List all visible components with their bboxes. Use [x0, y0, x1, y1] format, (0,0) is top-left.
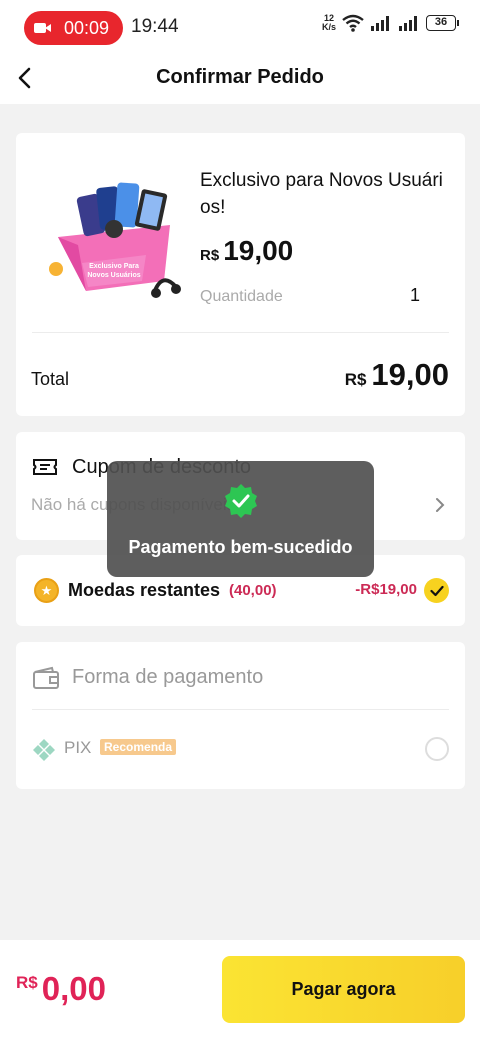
battery-icon: 36	[426, 15, 459, 31]
bottom-bar: R$ 0,00 Pagar agora	[0, 940, 480, 1038]
product-image: Exclusivo Para Novos Usuários	[49, 182, 181, 298]
screen-record-pill[interactable]: 00:09	[24, 11, 123, 45]
amount-currency: R$	[16, 973, 38, 992]
divider	[32, 709, 449, 710]
pay-now-button[interactable]: Pagar agora	[222, 956, 465, 1023]
amount-value: 0,00	[41, 970, 106, 1007]
record-time: 00:09	[64, 17, 110, 38]
header: Confirmar Pedido	[0, 56, 480, 104]
product-card: Exclusivo Para Novos Usuários Exclusivo …	[16, 133, 465, 416]
page-title: Confirmar Pedido	[156, 66, 324, 88]
signal-icon	[371, 16, 389, 31]
coins-amount: (40,00)	[229, 582, 277, 599]
recommended-badge: Recomenda	[100, 739, 177, 755]
product-price: R$ 19,00	[200, 235, 293, 267]
payment-title: Forma de pagamento	[72, 666, 264, 688]
pix-radio[interactable]	[425, 737, 449, 761]
success-check-icon	[225, 484, 257, 518]
quantity-label: Quantidade	[200, 288, 283, 305]
toast-message: Pagamento bem-sucedido	[128, 537, 353, 557]
pix-icon	[33, 739, 55, 761]
thumb-text: Exclusivo Para	[89, 263, 139, 270]
total-price: R$ 19,00	[345, 357, 449, 393]
coins-discount: -R$19,00	[355, 581, 417, 598]
coins-label: Moedas restantes	[68, 580, 221, 600]
svg-text:Novos Usuários: Novos Usuários	[87, 272, 140, 279]
divider	[32, 332, 449, 333]
signal-icon-2	[399, 16, 417, 31]
network-speed: 12 K/s	[321, 13, 336, 32]
wifi-icon	[342, 14, 364, 32]
price-currency: R$	[200, 247, 220, 264]
product-title: Exclusivo para Novos Usuári os!	[200, 170, 443, 218]
coin-icon: ★	[34, 578, 59, 603]
quantity-value: 1	[410, 285, 421, 305]
chevron-right-icon	[436, 498, 445, 512]
total-value: 19,00	[371, 357, 449, 392]
success-toast: Pagamento bem-sucedido	[107, 461, 374, 577]
price-value: 19,00	[223, 235, 294, 266]
wallet-icon	[33, 666, 59, 689]
total-label: Total	[31, 369, 70, 389]
pix-label: PIX	[64, 738, 92, 757]
status-icons: 12 K/s 36	[321, 13, 459, 32]
check-icon	[429, 585, 444, 596]
coins-checkbox[interactable]	[424, 578, 449, 603]
clock: 19:44	[131, 16, 179, 37]
status-bar: 00:09 19:44 12 K/s 36	[0, 0, 480, 56]
payment-method-card: Forma de pagamento PIX Recomenda	[16, 642, 465, 789]
ticket-icon	[33, 459, 57, 475]
total-currency: R$	[344, 370, 367, 389]
amount-due: R$ 0,00	[16, 970, 106, 1008]
video-camera-icon	[34, 21, 52, 35]
